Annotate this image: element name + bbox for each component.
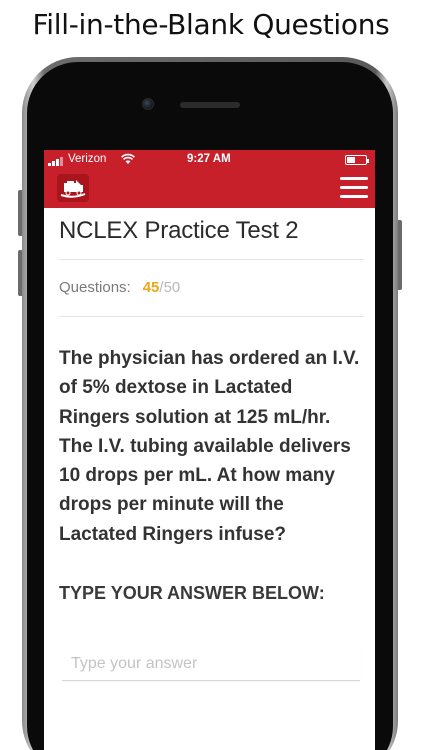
front-camera-icon [142,98,154,110]
current-question-number: 45 [142,279,160,296]
total-questions: /50 [159,279,181,296]
carrier-name: Verizon [68,153,107,165]
divider [59,259,364,260]
status-time: 9:27 AM [187,153,231,165]
earpiece-speaker [180,102,240,108]
status-bar: Verizon 9:27 AM [44,150,375,170]
battery-icon [345,155,369,165]
page-title: NCLEX Practice Test 2 [59,217,299,244]
hamburger-menu-icon[interactable] [340,177,368,201]
app-header [44,170,375,208]
question-panel: NCLEX Practice Test 2 Questions: 45/50 Th… [59,208,364,682]
questions-label: Questions: [59,279,131,296]
question-counter: Questions: 45/50 [59,279,364,297]
screenshot-caption: Fill-in-the-Blank Questions [32,8,390,41]
truck-logo-icon[interactable] [56,173,90,203]
answer-input[interactable] [62,647,360,682]
divider [59,316,364,317]
app-screen: Verizon 9:27 AM NCLEX Practice Test 2 Qu… [44,150,375,750]
answer-prompt: TYPE YOUR ANSWER BELOW: [59,583,325,604]
signal-strength-icon [48,156,66,166]
wifi-icon [121,153,135,164]
question-text: The physician has ordered an I.V. of 5% … [59,348,360,545]
